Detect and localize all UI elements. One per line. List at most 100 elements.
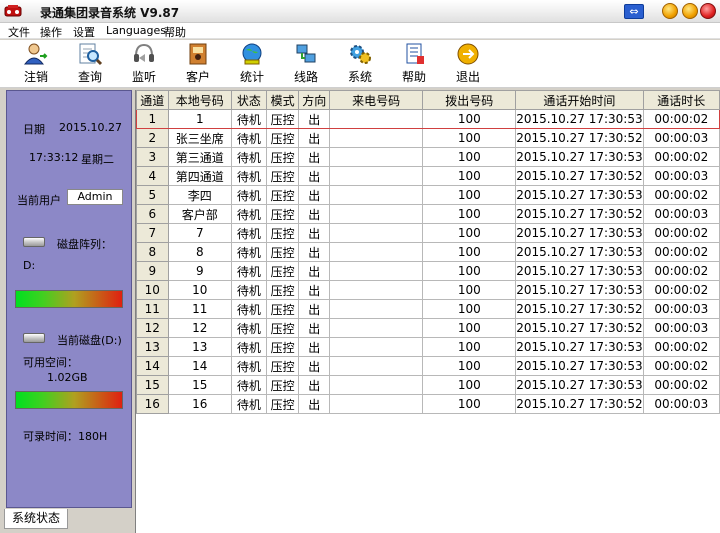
table-row[interactable]: 10 10 待机 压控出 100 2015.10.27 17:30:53 00:00:02 xyxy=(136,280,720,300)
exit-button[interactable]: 退出 xyxy=(444,42,492,86)
cell-direction: 出 xyxy=(298,375,330,395)
cell-duration: 00:00:02 xyxy=(642,185,720,205)
cell-mode: 压控 xyxy=(265,394,300,414)
table-row[interactable]: 9 9 待机 压控出 100 2015.10.27 17:30:53 00:00:02 xyxy=(136,261,720,281)
cell-start-time: 2015.10.27 17:30:52 xyxy=(515,318,644,338)
table-row[interactable]: 7 7 待机 压控出 100 2015.10.27 17:30:53 00:00:02 xyxy=(136,223,720,243)
cell-caller-number xyxy=(328,375,424,395)
column-header-dialed-number[interactable]: 拨出号码 xyxy=(422,90,517,110)
table-row[interactable]: 11 11 待机 压控出 100 2015.10.27 17:30:52 00:00:03 xyxy=(136,299,720,319)
cell-dialed-number: 100 xyxy=(422,185,517,205)
time-value: 17:33:12 xyxy=(29,151,79,164)
cell-mode: 压控 xyxy=(265,261,300,281)
tab-system-status[interactable]: 系统状态 xyxy=(4,509,68,529)
table-row[interactable]: 5 李四 待机 压控出 100 2015.10.27 17:30:53 00:00:02 xyxy=(136,185,720,205)
table-row[interactable]: 3 第三通道 待机 压控出 100 2015.10.27 17:30:53 00:00:02 xyxy=(136,147,720,167)
menu-file[interactable]: 文件 xyxy=(8,24,30,40)
customer-button[interactable]: 客户 xyxy=(174,42,222,86)
cell-status: 待机 xyxy=(231,223,267,243)
lines-button[interactable]: 线路 xyxy=(282,42,330,86)
table-row[interactable]: 1 1 待机 压控出 100 2015.10.27 17:30:53 00:00:02 xyxy=(136,109,720,129)
cell-status: 待机 xyxy=(231,394,267,414)
statistics-globe-icon xyxy=(242,43,262,65)
table-row[interactable]: 13 13 待机 压控出 100 2015.10.27 17:30:53 00:00:02 xyxy=(136,337,720,357)
restore-button[interactable]: ⇔ xyxy=(624,4,644,19)
cell-dialed-number: 100 xyxy=(422,204,517,224)
search-document-icon xyxy=(79,43,103,66)
cell-direction: 出 xyxy=(298,242,330,262)
table-row[interactable]: 2 张三坐席 待机 压控出 100 2015.10.27 17:30:52 00:00:03 xyxy=(136,128,720,148)
column-header-mode[interactable]: 模式 xyxy=(265,90,300,110)
cell-local-number: 13 xyxy=(167,337,233,357)
minimize-button[interactable] xyxy=(662,3,678,19)
title-bar: 录通集团录音系统 V9.87 ⇔ xyxy=(0,0,720,23)
channel-grid: 通道 本地号码 状态 模式 方向 来电号码 拨出号码 通话开始时间 通话时长 1 1 待机 压控出 10… xyxy=(135,90,720,533)
cell-mode: 压控 xyxy=(265,356,300,376)
statistics-button[interactable]: 统计 xyxy=(228,42,276,86)
contacts-book-icon xyxy=(189,43,207,65)
cell-local-number: 李四 xyxy=(167,185,233,205)
cell-start-time: 2015.10.27 17:30:52 xyxy=(515,128,644,148)
disk-array-label: 磁盘阵列： xyxy=(57,238,112,251)
cell-status: 待机 xyxy=(231,147,267,167)
table-row[interactable]: 14 14 待机 压控出 100 2015.10.27 17:30:53 00:00:02 xyxy=(136,356,720,376)
status-panel: 日期 2015.10.27 17:33:12 星期二 当前用户 Admin 磁盘… xyxy=(6,90,132,508)
menu-settings[interactable]: 设置 xyxy=(73,24,95,40)
table-row[interactable]: 12 12 待机 压控出 100 2015.10.27 17:30:52 00:00:03 xyxy=(136,318,720,338)
table-row[interactable]: 15 15 待机 压控出 100 2015.10.27 17:30:53 00:00:02 xyxy=(136,375,720,395)
cell-channel: 13 xyxy=(136,337,169,357)
help-button[interactable]: 帮助 xyxy=(390,42,438,86)
maximize-button[interactable] xyxy=(682,3,698,19)
cell-start-time: 2015.10.27 17:30:53 xyxy=(515,109,644,129)
exit-icon xyxy=(457,43,479,65)
cell-caller-number xyxy=(328,147,424,167)
column-header-duration[interactable]: 通话时长 xyxy=(642,90,720,110)
cell-local-number: 7 xyxy=(167,223,233,243)
cell-status: 待机 xyxy=(231,280,267,300)
cell-dialed-number: 100 xyxy=(422,280,517,300)
cell-start-time: 2015.10.27 17:30:53 xyxy=(515,375,644,395)
column-header-direction[interactable]: 方向 xyxy=(298,90,330,110)
cell-channel: 11 xyxy=(136,299,169,319)
network-lines-icon xyxy=(296,44,316,63)
column-header-caller-number[interactable]: 来电号码 xyxy=(328,90,424,110)
cell-direction: 出 xyxy=(298,337,330,357)
cell-mode: 压控 xyxy=(265,375,300,395)
query-button[interactable]: 查询 xyxy=(66,42,114,86)
cell-status: 待机 xyxy=(231,318,267,338)
disk-array-value: D: xyxy=(23,259,36,272)
close-button[interactable] xyxy=(700,3,716,19)
monitor-button[interactable]: 监听 xyxy=(120,42,168,86)
menu-operation[interactable]: 操作 xyxy=(40,24,62,40)
table-row[interactable]: 8 8 待机 压控出 100 2015.10.27 17:30:53 00:00:02 xyxy=(136,242,720,262)
column-header-channel[interactable]: 通道 xyxy=(136,90,169,110)
menu-help[interactable]: 帮助 xyxy=(164,24,186,40)
panel-tabs: 系统状态 xyxy=(0,509,140,533)
cell-direction: 出 xyxy=(298,128,330,148)
user-value: Admin xyxy=(67,189,123,205)
gears-icon xyxy=(350,45,371,64)
column-header-start-time[interactable]: 通话开始时间 xyxy=(515,90,644,110)
cell-local-number: 11 xyxy=(167,299,233,319)
cell-duration: 00:00:02 xyxy=(642,375,720,395)
cell-direction: 出 xyxy=(298,318,330,338)
column-header-status[interactable]: 状态 xyxy=(231,90,267,110)
cell-direction: 出 xyxy=(298,185,330,205)
menu-languages[interactable]: Languages xyxy=(106,24,166,37)
system-button[interactable]: 系统 xyxy=(336,42,384,86)
cell-mode: 压控 xyxy=(265,128,300,148)
cell-direction: 出 xyxy=(298,204,330,224)
toolbar: 注销 查询 监听 客户 统计 线路 系统 帮助 退出 xyxy=(0,40,720,88)
cell-duration: 00:00:03 xyxy=(642,394,720,414)
cell-channel: 8 xyxy=(136,242,169,262)
logout-button[interactable]: 注销 xyxy=(12,42,60,86)
cell-caller-number xyxy=(328,204,424,224)
cell-status: 待机 xyxy=(231,356,267,376)
table-row[interactable]: 4 第四通道 待机 压控出 100 2015.10.27 17:30:52 00:00:03 xyxy=(136,166,720,186)
table-row[interactable]: 6 客户部 待机 压控出 100 2015.10.27 17:30:52 00:00:03 xyxy=(136,204,720,224)
disk-array-usage-bar xyxy=(15,290,123,308)
current-disk-label: 当前磁盘(D:) xyxy=(57,334,122,347)
cell-local-number: 9 xyxy=(167,261,233,281)
table-row[interactable]: 16 16 待机 压控出 100 2015.10.27 17:30:52 00:00:03 xyxy=(136,394,720,414)
column-header-local-number[interactable]: 本地号码 xyxy=(167,90,233,110)
